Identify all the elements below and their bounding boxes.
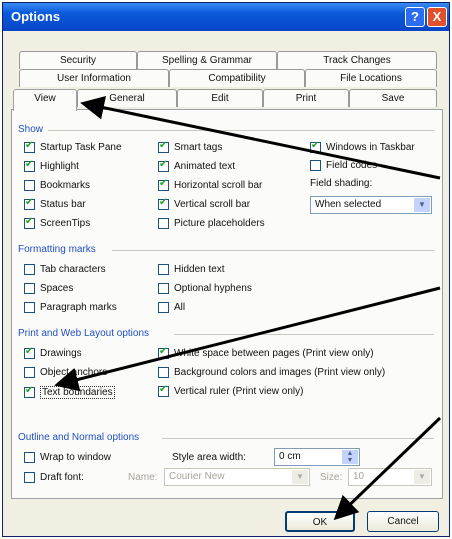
arrow-to-view-tab — [80, 95, 441, 180]
annotation-arrows — [54, 95, 442, 521]
arrow-to-ok-button — [333, 416, 442, 521]
arrow-to-text-boundaries — [54, 286, 441, 392]
